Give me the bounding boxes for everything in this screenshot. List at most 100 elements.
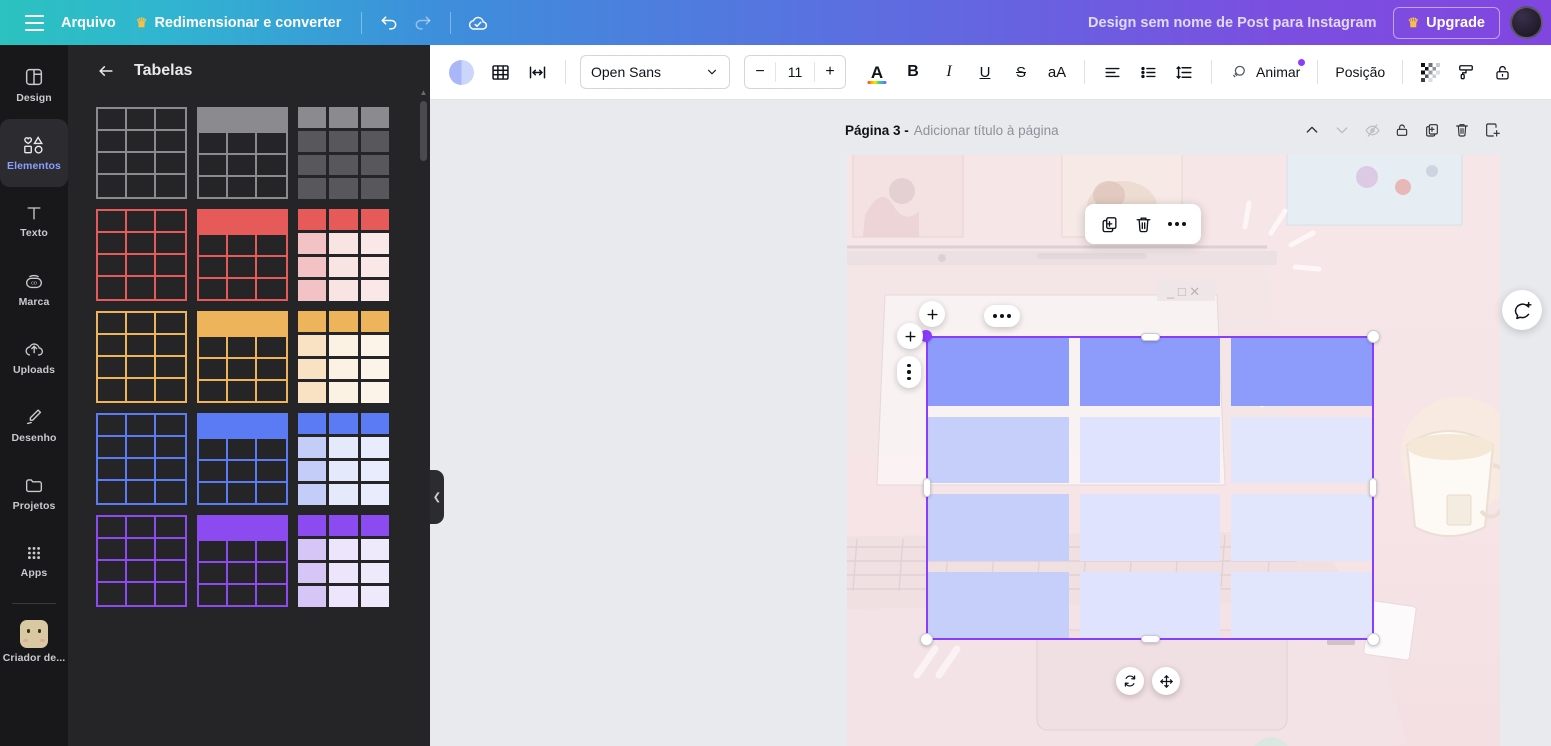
position-button[interactable]: Posição bbox=[1328, 55, 1392, 89]
table-cells[interactable] bbox=[928, 338, 1372, 638]
resize-handle-bottom-left[interactable] bbox=[920, 633, 933, 646]
column-width-icon[interactable] bbox=[520, 55, 555, 89]
add-row-icon[interactable] bbox=[897, 323, 923, 349]
delete-element-button[interactable] bbox=[1127, 208, 1159, 240]
lock-page-button[interactable] bbox=[1389, 117, 1415, 143]
table-cell[interactable] bbox=[1079, 494, 1221, 561]
hide-page-button[interactable] bbox=[1359, 117, 1385, 143]
strikethrough-button[interactable]: S bbox=[1004, 55, 1038, 89]
table-row[interactable] bbox=[928, 338, 1372, 406]
table-cell[interactable] bbox=[928, 416, 1069, 484]
thumb-row bbox=[298, 280, 389, 301]
table-cell[interactable] bbox=[1079, 571, 1221, 638]
ai-assistant-button[interactable] bbox=[1502, 290, 1542, 330]
line-spacing-icon[interactable] bbox=[1167, 55, 1201, 89]
tabela-azul-preenchida[interactable] bbox=[298, 413, 389, 505]
tabela-vermelha-contorno[interactable] bbox=[96, 209, 187, 301]
duplicate-element-button[interactable] bbox=[1093, 208, 1125, 240]
sidebar-item-elementos[interactable]: Elementos bbox=[0, 119, 68, 187]
bold-button[interactable]: B bbox=[896, 55, 930, 89]
avatar[interactable] bbox=[1510, 6, 1543, 39]
table-cell[interactable] bbox=[1231, 494, 1372, 561]
resize-convert-button[interactable]: ♛ Redimensionar e converter bbox=[126, 9, 352, 37]
align-left-icon[interactable] bbox=[1095, 55, 1129, 89]
table-cell[interactable] bbox=[1231, 416, 1372, 484]
table-cell[interactable] bbox=[1231, 571, 1372, 638]
move-page-up-button[interactable] bbox=[1299, 117, 1325, 143]
more-options-button[interactable] bbox=[1161, 208, 1193, 240]
sidebar-item-uploads[interactable]: Uploads bbox=[0, 323, 68, 391]
table-grid-icon[interactable] bbox=[483, 55, 518, 89]
bullet-list-icon[interactable] bbox=[1131, 55, 1165, 89]
row-menu-button[interactable] bbox=[897, 356, 921, 388]
paint-roller-icon[interactable] bbox=[1449, 55, 1483, 89]
sidebar-item-design[interactable]: Design bbox=[0, 51, 68, 119]
move-page-down-button[interactable] bbox=[1329, 117, 1355, 143]
tabela-cinza-preenchida[interactable] bbox=[298, 107, 389, 199]
text-case-button[interactable]: aA bbox=[1040, 55, 1074, 89]
redo-icon[interactable] bbox=[406, 6, 440, 40]
arrow-left-icon[interactable] bbox=[96, 61, 116, 81]
tabela-cinza-cabecalho[interactable] bbox=[197, 107, 288, 199]
add-column-icon[interactable] bbox=[919, 301, 945, 327]
resize-handle-bottom[interactable] bbox=[1141, 635, 1160, 643]
document-title[interactable]: Design sem nome de Post para Instagram bbox=[1076, 9, 1388, 37]
resize-handle-left[interactable] bbox=[923, 478, 931, 497]
delete-page-button[interactable] bbox=[1449, 117, 1475, 143]
lock-icon[interactable] bbox=[1485, 55, 1519, 89]
move-icon[interactable] bbox=[1152, 667, 1180, 695]
sidebar-item-texto[interactable]: Texto bbox=[0, 187, 68, 255]
tabela-laranja-cabecalho[interactable] bbox=[197, 311, 288, 403]
table-cell[interactable] bbox=[1079, 416, 1221, 484]
table-cell[interactable] bbox=[928, 338, 1069, 406]
file-menu-button[interactable]: Arquivo bbox=[51, 9, 126, 37]
table-cell[interactable] bbox=[928, 494, 1069, 561]
animate-button[interactable]: Animar bbox=[1222, 55, 1307, 89]
duplicate-page-button[interactable] bbox=[1419, 117, 1445, 143]
sidebar-item-apps[interactable]: Apps bbox=[0, 527, 68, 595]
font-size-increase-button[interactable]: + bbox=[815, 56, 845, 88]
page-title-input[interactable]: Adicionar título à página bbox=[914, 123, 1059, 138]
tabela-vermelha-cabecalho[interactable] bbox=[197, 209, 288, 301]
table-row[interactable] bbox=[928, 494, 1372, 561]
panel-scrollbar[interactable] bbox=[420, 101, 427, 161]
table-cell[interactable] bbox=[928, 571, 1069, 638]
font-family-select[interactable]: Open Sans bbox=[580, 55, 730, 89]
resize-handle-bottom-right[interactable] bbox=[1367, 633, 1380, 646]
cloud-saved-icon[interactable] bbox=[461, 6, 495, 40]
underline-button[interactable]: U bbox=[968, 55, 1002, 89]
tabela-roxa-preenchida[interactable] bbox=[298, 515, 389, 607]
tabela-vermelha-preenchida[interactable] bbox=[298, 209, 389, 301]
sidebar-item-desenho[interactable]: Desenho bbox=[0, 391, 68, 459]
sidebar-item-projetos[interactable]: Projetos bbox=[0, 459, 68, 527]
font-size-decrease-button[interactable]: − bbox=[745, 56, 775, 88]
resize-handle-right[interactable] bbox=[1369, 478, 1377, 497]
tabela-laranja-contorno[interactable] bbox=[96, 311, 187, 403]
selected-table-element[interactable] bbox=[920, 330, 1380, 646]
rotate-icon[interactable] bbox=[1116, 667, 1144, 695]
table-cell[interactable] bbox=[1079, 338, 1221, 406]
tabela-cinza-contorno[interactable] bbox=[96, 107, 187, 199]
tabela-azul-cabecalho[interactable] bbox=[197, 413, 288, 505]
tabela-roxa-cabecalho[interactable] bbox=[197, 515, 288, 607]
upgrade-button[interactable]: ♛ Upgrade bbox=[1392, 6, 1500, 39]
tabela-laranja-preenchida[interactable] bbox=[298, 311, 389, 403]
table-cell[interactable] bbox=[1231, 338, 1372, 406]
hamburger-icon[interactable] bbox=[17, 6, 51, 40]
resize-handle-top[interactable] bbox=[1141, 333, 1160, 341]
tabela-roxa-contorno[interactable] bbox=[96, 515, 187, 607]
column-menu-button[interactable] bbox=[984, 305, 1020, 327]
italic-button[interactable]: I bbox=[932, 55, 966, 89]
table-row[interactable] bbox=[928, 571, 1372, 638]
resize-handle-top-right[interactable] bbox=[1367, 330, 1380, 343]
undo-icon[interactable] bbox=[372, 6, 406, 40]
sidebar-item-marca[interactable]: co Marca bbox=[0, 255, 68, 323]
text-color-button[interactable]: A bbox=[860, 55, 894, 89]
cell-color-button[interactable] bbox=[442, 55, 481, 89]
tabela-azul-contorno[interactable] bbox=[96, 413, 187, 505]
sidebar-item-criador-de-avatar[interactable]: Criador de... bbox=[0, 608, 68, 676]
table-row[interactable] bbox=[928, 416, 1372, 484]
transparency-icon[interactable] bbox=[1413, 55, 1447, 89]
font-size-input[interactable]: 11 bbox=[776, 64, 814, 80]
collapse-panel-button[interactable]: ❮ bbox=[430, 470, 444, 524]
